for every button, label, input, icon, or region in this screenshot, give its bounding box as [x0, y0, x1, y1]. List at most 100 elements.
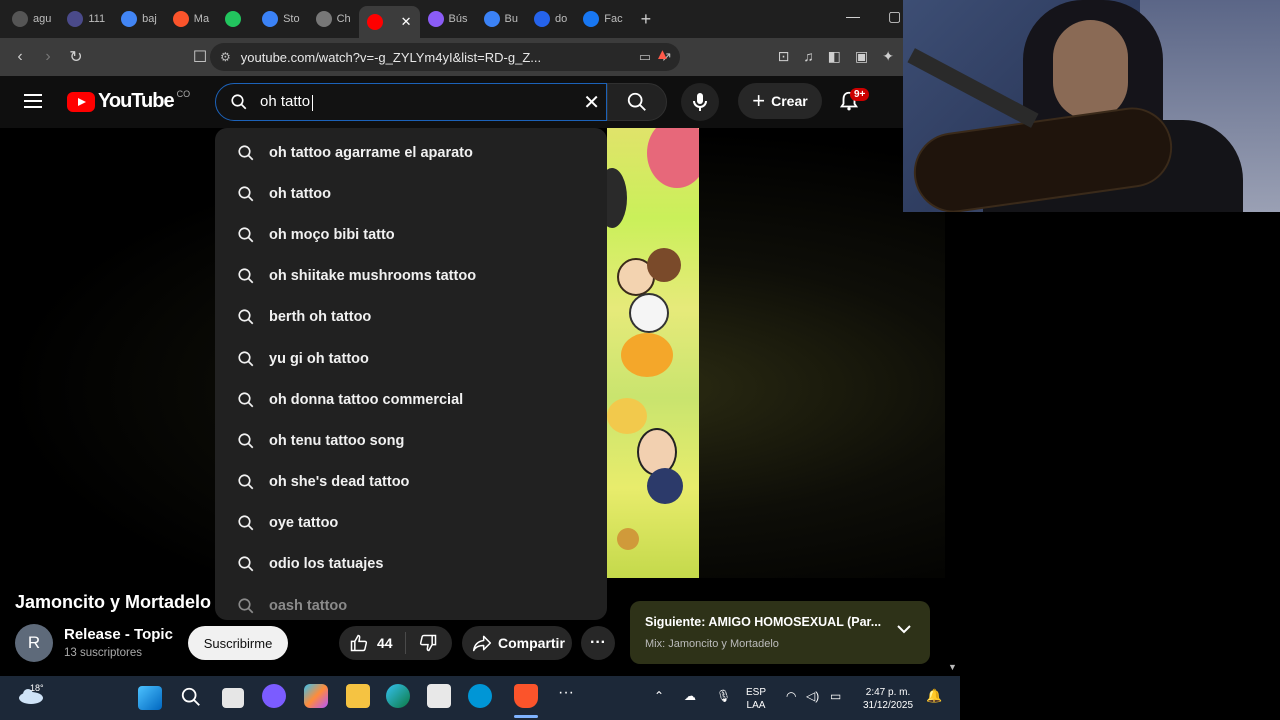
close-tab-icon[interactable]: ✕	[401, 14, 412, 30]
thumbs-down-icon	[419, 634, 436, 652]
edge-browser-icon[interactable]	[386, 684, 410, 708]
search-icon	[231, 94, 247, 110]
search-button[interactable]	[607, 83, 667, 121]
chevron-down-icon[interactable]	[896, 623, 912, 635]
task-view-icon[interactable]	[222, 688, 244, 708]
tab-label: Fac	[604, 13, 623, 25]
file-explorer-icon[interactable]	[346, 684, 370, 708]
youtube-logo[interactable]: YouTube CO	[67, 89, 190, 113]
search-icon	[238, 598, 254, 613]
search-input[interactable]: oh tatto ✕	[215, 83, 607, 121]
sidebar-icon[interactable]: ◧	[828, 48, 841, 65]
microphone-tray-icon[interactable]: 🎙	[716, 690, 731, 703]
browser-tab[interactable]: ✕	[358, 6, 420, 38]
thumbs-up-icon	[350, 634, 368, 652]
share-button[interactable]: Compartir	[462, 626, 572, 660]
search-suggestion-item[interactable]: yu gi oh tattoo	[215, 338, 607, 379]
tab-label: Ch	[336, 13, 351, 25]
webcam-overlay	[903, 0, 1280, 212]
music-icon[interactable]: ♫	[803, 48, 814, 65]
browser-tab[interactable]: agu	[4, 5, 59, 33]
search-icon	[238, 392, 254, 408]
search-suggestion-item[interactable]: oh tenu tattoo song	[215, 420, 607, 461]
browser-tab[interactable]: do	[526, 5, 575, 33]
extensions-icon[interactable]: ✦	[882, 48, 894, 65]
forward-button[interactable]: ›	[34, 48, 62, 66]
search-suggestion-item[interactable]: oh moço bibi tatto	[215, 214, 607, 255]
reload-button[interactable]: ↻	[62, 47, 90, 67]
browser-tab[interactable]: Bu	[476, 5, 526, 33]
up-next-card[interactable]: Siguiente: AMIGO HOMOSEXUAL (Par... Mix:…	[630, 601, 930, 664]
copilot-icon[interactable]	[304, 684, 328, 708]
dislike-button[interactable]	[406, 633, 438, 653]
tab-label: agu	[33, 13, 52, 25]
brave-rewards-icon[interactable]: ▲	[655, 46, 670, 63]
channel-avatar[interactable]: R	[15, 624, 53, 662]
menu-icon[interactable]	[24, 94, 42, 108]
voice-search-button[interactable]	[681, 83, 719, 121]
black-background	[960, 212, 1280, 720]
clear-search-button[interactable]: ✕	[583, 90, 600, 115]
maximize-button[interactable]: ▢	[888, 8, 901, 25]
more-actions-button[interactable]: ···	[581, 626, 615, 660]
more-apps-icon[interactable]: ···	[558, 685, 574, 701]
create-button[interactable]: + Crear	[738, 83, 822, 119]
tab-search-icon[interactable]: ⊡	[778, 48, 790, 65]
volume-icon[interactable]: ◁)	[806, 690, 819, 703]
microsoft-store-icon[interactable]	[427, 684, 451, 708]
brave-taskbar-icon[interactable]	[514, 684, 538, 708]
search-suggestion-item[interactable]: odio los tatuajes	[215, 544, 607, 585]
address-bar[interactable]: ⚙ youtube.com/watch?v=-g_ZYLYm4yI&list=R…	[210, 43, 680, 71]
tab-favicon-icon	[262, 11, 279, 27]
tab-label: Sto	[283, 13, 300, 25]
browser-tab[interactable]: Ch	[308, 5, 359, 33]
search-suggestion-item[interactable]: oye tattoo	[215, 503, 607, 544]
browser-tab[interactable]	[217, 5, 254, 33]
tab-favicon-icon	[67, 11, 84, 27]
back-button[interactable]: ‹	[6, 48, 34, 66]
like-button[interactable]: 44	[339, 632, 406, 654]
battery-icon[interactable]: ▭	[830, 690, 841, 703]
channel-name[interactable]: Release - Topic	[64, 626, 173, 643]
search-suggestion-label: oh she's dead tattoo	[269, 474, 410, 491]
minimize-button[interactable]: —	[846, 8, 860, 24]
subscribe-button[interactable]: Suscribirme	[188, 626, 288, 660]
teams-chat-icon[interactable]	[262, 684, 286, 708]
search-input-value: oh tatto	[260, 93, 314, 111]
windows-start-icon[interactable]	[138, 686, 162, 710]
hp-app-icon[interactable]	[468, 684, 492, 708]
clock[interactable]: 2:47 p. m. 31/12/2025	[858, 686, 918, 712]
show-hidden-icons-icon[interactable]: ⌃	[654, 690, 664, 703]
notification-center-icon[interactable]: 🔔	[926, 689, 942, 702]
tab-favicon-icon	[583, 11, 600, 27]
onedrive-icon[interactable]: ☁	[684, 690, 696, 703]
youtube-play-icon	[67, 91, 95, 112]
tab-favicon-icon	[225, 11, 242, 27]
search-suggestion-item[interactable]: oh tattoo agarrame el aparato	[215, 132, 607, 173]
browser-tab[interactable]: Sto	[254, 5, 308, 33]
site-settings-icon[interactable]: ⚙	[220, 50, 231, 64]
language-indicator[interactable]: ESP LAA	[746, 686, 766, 712]
browser-tab[interactable]: 111	[59, 5, 113, 33]
search-suggestion-item[interactable]: oash tattoo	[215, 585, 607, 620]
search-suggestion-item[interactable]: oh tattoo	[215, 173, 607, 214]
new-tab-button[interactable]: +	[641, 9, 652, 30]
scroll-down-arrow-icon[interactable]: ▼	[948, 662, 957, 672]
search-suggestion-item[interactable]: oh shiitake mushrooms tattoo	[215, 256, 607, 297]
wifi-icon[interactable]: ◠	[786, 690, 796, 703]
wallet-icon[interactable]: ▣	[855, 48, 868, 65]
search-suggestion-item[interactable]: oh she's dead tattoo	[215, 462, 607, 503]
browser-tab[interactable]: baj	[113, 5, 165, 33]
search-suggestion-item[interactable]: berth oh tattoo	[215, 297, 607, 338]
search-icon[interactable]	[180, 686, 202, 708]
cast-icon[interactable]: ▭	[639, 49, 651, 65]
search-icon	[238, 474, 254, 490]
search-suggestion-item[interactable]: oh donna tattoo commercial	[215, 379, 607, 420]
browser-tab[interactable]: Ma	[165, 5, 217, 33]
weather-temperature: 18°	[30, 683, 44, 693]
share-arrow-icon	[472, 635, 492, 652]
youtube-logo-text: YouTube	[98, 90, 175, 112]
search-suggestion-label: oh shiitake mushrooms tattoo	[269, 268, 477, 285]
browser-tab[interactable]: Bús	[420, 5, 476, 33]
browser-tab[interactable]: Fac	[575, 5, 630, 33]
